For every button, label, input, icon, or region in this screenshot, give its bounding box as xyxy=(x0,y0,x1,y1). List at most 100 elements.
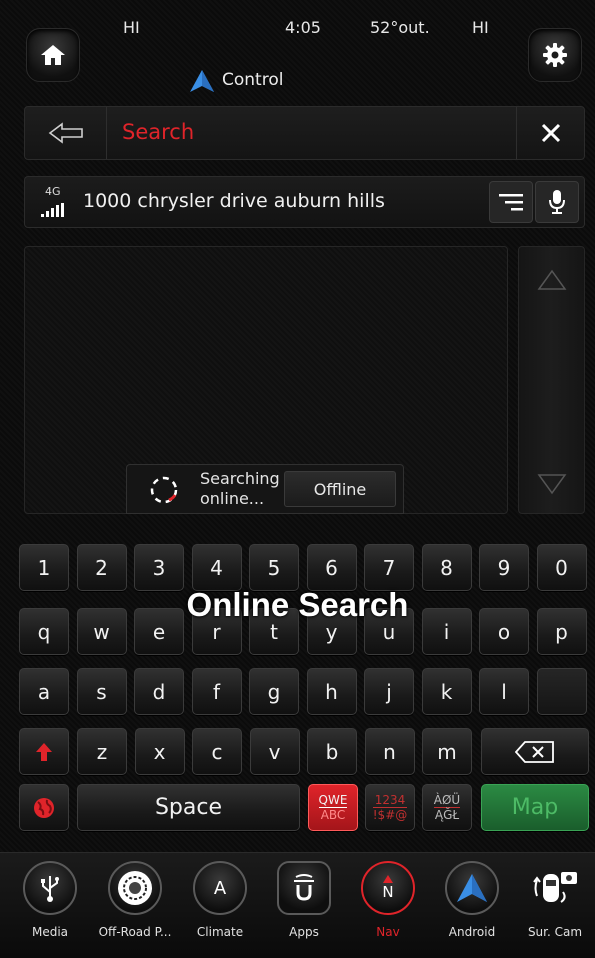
key-2[interactable]: 2 xyxy=(76,544,127,591)
surround-camera-icon xyxy=(528,861,582,915)
key-o[interactable]: o xyxy=(479,608,529,655)
key-l[interactable]: l xyxy=(479,668,529,715)
screen: HI 4:05 52°out. HI Control Search 4G 100… xyxy=(0,0,595,958)
dock-apps[interactable]: Apps xyxy=(262,861,346,939)
key-j[interactable]: j xyxy=(364,668,414,715)
keyboard: 1234567890 qwertyuiop asdfghjkl zxcvbnm xyxy=(0,538,595,838)
backspace-icon xyxy=(515,740,554,763)
key-e[interactable]: e xyxy=(134,608,184,655)
dock-android[interactable]: Android xyxy=(430,861,514,939)
key-3[interactable]: 3 xyxy=(134,544,184,591)
qwe-layout-key[interactable]: QWE ABC xyxy=(308,784,358,831)
dock-surround-camera[interactable]: Sur. Cam xyxy=(513,861,595,939)
loading-spinner-icon xyxy=(150,476,178,504)
offline-search-button[interactable]: Offline xyxy=(284,471,396,507)
dock-media[interactable]: Media xyxy=(8,861,92,939)
home-button[interactable] xyxy=(26,28,80,82)
key-u[interactable]: u xyxy=(364,608,414,655)
climate-icon: A xyxy=(193,861,247,915)
key-x[interactable]: x xyxy=(134,728,185,775)
key-y[interactable]: y xyxy=(306,608,357,655)
scroll-down-icon[interactable] xyxy=(537,473,567,495)
key-d[interactable]: d xyxy=(134,668,184,715)
key-6[interactable]: 6 xyxy=(306,544,357,591)
map-key[interactable]: Map xyxy=(481,784,589,831)
navigation-arrow-icon xyxy=(190,70,214,92)
search-bar: Search xyxy=(24,106,585,160)
filter-button[interactable] xyxy=(489,181,533,223)
key-q[interactable]: q xyxy=(19,608,69,655)
dock-label: Android xyxy=(448,925,496,939)
dock-label: Climate xyxy=(196,925,244,939)
shift-arrow-icon xyxy=(36,742,52,761)
android-auto-icon xyxy=(445,861,499,915)
back-button[interactable] xyxy=(25,107,107,159)
key-p[interactable]: p xyxy=(536,608,587,655)
key-n[interactable]: n xyxy=(364,728,415,775)
key-i[interactable]: i xyxy=(421,608,472,655)
international-layout-key[interactable]: ÀØÜ ĄĞŁ xyxy=(422,784,472,831)
backspace-key[interactable] xyxy=(481,728,589,775)
results-scrollbar[interactable] xyxy=(518,246,585,514)
searching-status: Searching online... Offline xyxy=(126,464,404,514)
key-c[interactable]: c xyxy=(192,728,242,775)
key-k[interactable]: k xyxy=(421,668,472,715)
left-climate-temp: HI xyxy=(123,18,140,37)
key-r[interactable]: r xyxy=(191,608,242,655)
key-9[interactable]: 9 xyxy=(479,544,529,591)
key-b[interactable]: b xyxy=(307,728,357,775)
tire-icon xyxy=(108,861,162,915)
network-type: 4G xyxy=(45,185,61,198)
dock-label: Sur. Cam xyxy=(527,925,583,939)
clear-search-button[interactable] xyxy=(516,107,584,159)
key-8[interactable]: 8 xyxy=(421,544,472,591)
microphone-icon xyxy=(549,190,565,214)
key-t[interactable]: t xyxy=(249,608,299,655)
shift-key[interactable] xyxy=(19,728,69,775)
dock-label: Media xyxy=(31,925,69,939)
dock-nav[interactable]: N Nav xyxy=(346,861,430,939)
query-bar: 4G 1000 chrysler drive auburn hills xyxy=(24,176,585,228)
settings-button[interactable] xyxy=(528,28,582,82)
searching-text: Searching online... xyxy=(200,469,280,508)
number-layout-key[interactable]: 1234 !$#@ xyxy=(365,784,415,831)
key-a[interactable]: a xyxy=(19,668,69,715)
key-w[interactable]: w xyxy=(76,608,127,655)
key-h[interactable]: h xyxy=(306,668,357,715)
key-m[interactable]: m xyxy=(422,728,472,775)
key-0[interactable]: 0 xyxy=(536,544,587,591)
app-title: Control xyxy=(222,70,284,90)
outside-temp: 52°out. xyxy=(370,18,430,37)
key-f[interactable]: f xyxy=(191,668,242,715)
key-z[interactable]: z xyxy=(77,728,127,775)
space-key[interactable]: Space xyxy=(77,784,300,831)
key-5[interactable]: 5 xyxy=(249,544,299,591)
key-1[interactable]: 1 xyxy=(19,544,69,591)
right-climate-temp: HI xyxy=(472,18,489,37)
key-7[interactable]: 7 xyxy=(364,544,414,591)
gear-icon xyxy=(543,43,567,67)
scroll-up-icon[interactable] xyxy=(537,269,567,291)
search-field-label[interactable]: Search xyxy=(122,120,194,144)
dock-off-road-pages[interactable]: Off-Road P... xyxy=(93,861,177,939)
compass-icon: N xyxy=(361,861,415,915)
key-v[interactable]: v xyxy=(249,728,300,775)
voice-search-button[interactable] xyxy=(535,181,579,223)
key-4[interactable]: 4 xyxy=(191,544,242,591)
blank-key[interactable] xyxy=(536,668,587,715)
back-arrow-icon xyxy=(48,122,83,144)
usb-icon xyxy=(23,861,77,915)
clock: 4:05 xyxy=(285,18,321,37)
bottom-dock: Media Off-Road P... A Climate Apps N Nav… xyxy=(0,852,595,958)
key-s[interactable]: s xyxy=(76,668,127,715)
dock-label: Apps xyxy=(289,925,319,939)
apps-icon xyxy=(277,861,331,915)
search-query-input[interactable]: 1000 chrysler drive auburn hills xyxy=(83,190,385,212)
dock-climate[interactable]: A Climate xyxy=(178,861,262,939)
globe-icon xyxy=(34,797,54,818)
language-key[interactable] xyxy=(19,784,69,831)
filter-lines-icon xyxy=(499,194,523,211)
dock-label: Off-Road P... xyxy=(98,925,172,939)
signal-bars-icon xyxy=(41,203,64,217)
key-g[interactable]: g xyxy=(249,668,299,715)
